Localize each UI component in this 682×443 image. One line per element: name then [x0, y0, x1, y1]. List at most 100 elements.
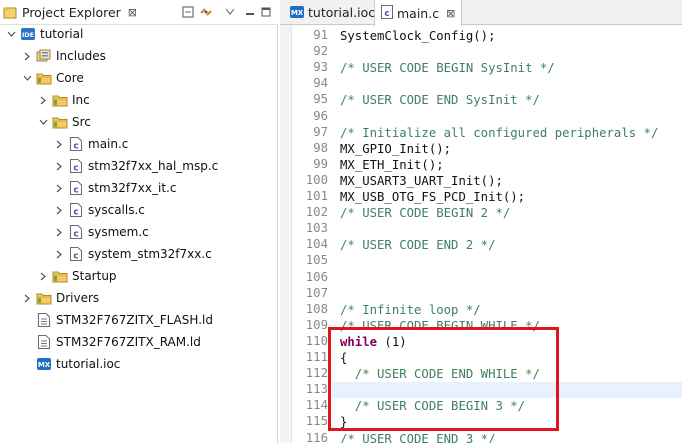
line-number: 107: [305, 285, 328, 300]
tree-item-label: syscalls.c: [88, 203, 145, 217]
collapse-all-icon[interactable]: [180, 4, 196, 20]
chevron-right-icon[interactable]: [54, 228, 64, 237]
code-line: MX_ETH_Init();: [340, 157, 444, 172]
tree-item[interactable]: c sysmem.c: [54, 222, 149, 242]
line-number: 113: [305, 382, 328, 397]
tree-item-label: Drivers: [56, 291, 100, 305]
line-number: 105: [305, 253, 328, 268]
tree-item[interactable]: Includes: [22, 46, 106, 66]
close-icon[interactable]: ⊠: [446, 7, 455, 20]
chevron-right-icon[interactable]: [22, 52, 32, 61]
ide-project-icon: IDE: [20, 26, 36, 42]
line-number: 101: [305, 189, 328, 203]
folder-icon: [52, 92, 68, 108]
line-number: 100: [305, 172, 328, 187]
line-number: 106: [305, 269, 328, 284]
c-file-icon: c: [68, 202, 84, 218]
line-number: 110: [305, 333, 328, 348]
tree-item[interactable]: STM32F767ZITX_RAM.ld: [22, 332, 201, 352]
tree-item[interactable]: Core: [22, 68, 84, 88]
project-explorer-tabbar: Project Explorer ⊠: [0, 0, 278, 25]
tree-item-label: stm32f7xx_hal_msp.c: [88, 159, 219, 173]
chevron-right-icon[interactable]: [54, 140, 64, 149]
chevron-down-icon[interactable]: [22, 75, 32, 82]
code-line: MX_GPIO_Init();: [340, 141, 452, 156]
line-number: 116: [305, 430, 328, 443]
close-icon[interactable]: ⊠: [128, 6, 137, 19]
tree-item[interactable]: Inc: [38, 90, 90, 110]
tree-item[interactable]: c system_stm32f7xx.c: [54, 244, 212, 264]
code-line: /* USER CODE BEGIN 2 */: [340, 206, 511, 221]
tree-item-label: Inc: [72, 93, 90, 107]
line-number: 112: [305, 366, 328, 381]
maximize-icon[interactable]: [258, 4, 274, 20]
folder-icon: [52, 268, 68, 284]
svg-text:MX: MX: [38, 361, 51, 369]
project-explorer-tab[interactable]: Project Explorer ⊠: [0, 0, 137, 25]
line-number: 99: [313, 156, 328, 171]
tab-tutorial-ioc[interactable]: MX tutorial.ioc: [284, 0, 381, 25]
tree-item[interactable]: MX tutorial.ioc: [22, 354, 120, 374]
line-number: 103: [305, 221, 328, 236]
tree-item-label: Startup: [72, 269, 117, 283]
tree-item-label: main.c: [88, 137, 129, 151]
line-number: 95: [313, 92, 328, 107]
line-number: 109: [305, 317, 328, 332]
code-line: MX_USB_OTG_FS_PCD_Init();: [340, 190, 526, 204]
tab-label: tutorial.ioc: [308, 5, 376, 20]
tree-item[interactable]: c stm32f7xx_it.c: [54, 178, 176, 198]
chevron-down-icon[interactable]: [38, 119, 48, 126]
tree-item-label: sysmem.c: [88, 225, 149, 239]
minimize-icon[interactable]: [242, 4, 258, 20]
code-line: /* Infinite loop */: [340, 302, 481, 317]
tree-item[interactable]: IDE tutorial: [6, 24, 83, 44]
line-number: 93: [313, 60, 328, 75]
link-with-editor-icon[interactable]: [198, 4, 214, 20]
line-number: 102: [305, 205, 328, 220]
c-file-icon: c: [68, 158, 84, 174]
chevron-right-icon[interactable]: [54, 184, 64, 193]
tree-item[interactable]: STM32F767ZITX_FLASH.ld: [22, 310, 213, 330]
svg-text:IDE: IDE: [22, 31, 34, 39]
folder-icon: [52, 114, 68, 130]
tree-item-label: tutorial: [40, 27, 84, 41]
chevron-right-icon[interactable]: [38, 96, 48, 105]
chevron-right-icon[interactable]: [38, 272, 48, 281]
chevron-right-icon[interactable]: [54, 250, 64, 259]
view-menu-chevron-down-icon[interactable]: [222, 4, 238, 20]
svg-text:c: c: [384, 9, 389, 19]
line-number: 94: [313, 76, 328, 91]
c-file-icon: c: [68, 136, 84, 152]
tree-item[interactable]: c syscalls.c: [54, 200, 145, 220]
tree-item[interactable]: c stm32f7xx_hal_msp.c: [54, 156, 218, 176]
chevron-right-icon[interactable]: [22, 294, 32, 303]
tree-item[interactable]: Src: [38, 112, 91, 132]
editor-tabbar: MX tutorial.ioc c main.c ⊠: [280, 0, 682, 26]
svg-text:c: c: [73, 230, 78, 240]
line-number: 91: [313, 28, 328, 42]
tree-item[interactable]: Startup: [38, 266, 117, 286]
c-file-icon: c: [68, 180, 84, 196]
chevron-down-icon[interactable]: [6, 31, 16, 38]
c-file-icon: c: [68, 246, 84, 262]
c-file-icon: c: [381, 4, 393, 23]
svg-text:c: c: [73, 252, 78, 262]
folder-icon: [36, 70, 52, 86]
code-line: /* Initialize all configured peripherals…: [340, 125, 659, 140]
code-line: MX_USART3_UART_Init();: [340, 173, 503, 188]
folder-icon: [36, 290, 52, 306]
code-line: /* USER CODE BEGIN SysInit */: [340, 61, 555, 76]
tree-item[interactable]: c main.c: [54, 134, 128, 154]
chevron-right-icon[interactable]: [54, 206, 64, 215]
chevron-right-icon[interactable]: [54, 162, 64, 171]
tree-item[interactable]: Drivers: [22, 288, 99, 308]
includes-icon: [36, 48, 52, 64]
svg-text:c: c: [73, 186, 78, 196]
line-number: 108: [305, 301, 328, 316]
tree-item-label: Core: [56, 71, 84, 85]
annotation-gutter: [280, 25, 292, 443]
tree-item-label: STM32F767ZITX_RAM.ld: [56, 335, 201, 349]
tab-main-c[interactable]: c main.c ⊠: [374, 0, 463, 26]
line-number: 96: [313, 108, 328, 123]
line-number: 92: [313, 44, 328, 59]
